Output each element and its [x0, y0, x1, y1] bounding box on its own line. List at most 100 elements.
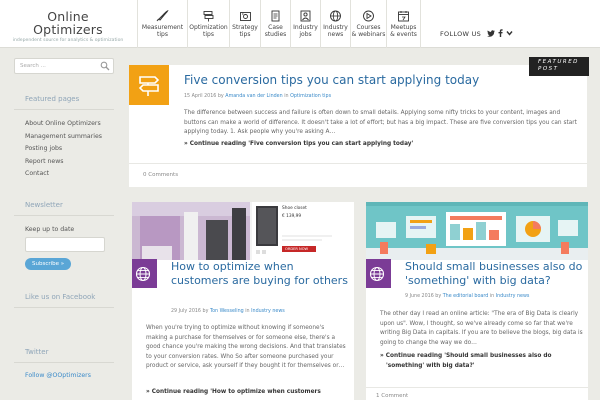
nav-label: Strategy tips	[232, 24, 258, 38]
featured-post-excerpt: The difference between success and failu…	[184, 110, 577, 135]
featured-post-title[interactable]: Five conversion tips you can start apply…	[184, 73, 479, 87]
continue-reading-link[interactable]: » Continue reading 'Should small busines…	[380, 352, 552, 362]
post-date: 15 April 2016	[184, 94, 217, 99]
nav-label: Industry news	[323, 24, 348, 38]
comments-link[interactable]: 1 Comment	[376, 393, 408, 399]
featured-badge: FEATURED POST	[529, 57, 589, 76]
globe-icon	[132, 259, 157, 288]
sidebar-link-management-summaries[interactable]: Management summaries	[25, 131, 117, 144]
nav-item-news[interactable]: Industry news	[320, 0, 350, 48]
post-card: Should small businesses also do 'somethi…	[366, 202, 588, 400]
badge-line-1: FEATURED	[538, 59, 579, 65]
nav-label: Courses & webinars	[351, 24, 386, 38]
logo-line-2: Optimizers	[33, 22, 103, 37]
search-input[interactable]	[15, 59, 97, 73]
continue-reading-link[interactable]: » Continue reading 'Five conversion tips…	[184, 141, 413, 147]
post-card: Shoe closet € 139,99 ORDER NOW How to op…	[132, 202, 354, 400]
post-excerpt: When you're trying to optimize without k…	[146, 325, 346, 369]
play-icon	[362, 10, 375, 22]
post-excerpt: The other day I read an online article: …	[380, 311, 583, 346]
nav-item-meetups[interactable]: Meetups & events	[386, 0, 421, 48]
globe-icon	[329, 10, 342, 22]
divider	[366, 387, 588, 388]
newsletter-email-field[interactable]	[25, 236, 105, 252]
rocket-icon	[156, 10, 169, 22]
facebook-icon[interactable]	[498, 29, 503, 39]
search-icon[interactable]	[100, 61, 110, 71]
meta-by: by	[202, 309, 209, 314]
signpost-icon	[129, 65, 169, 105]
badge-line-2: POST	[538, 66, 559, 72]
sidebar-link-posting-jobs[interactable]: Posting jobs	[25, 143, 117, 156]
post-category-link[interactable]: Optimization tips	[290, 94, 331, 99]
newsletter-text: Keep up to date	[25, 225, 75, 233]
facebook-heading: Like us on Facebook	[25, 292, 96, 301]
post-category-link[interactable]: Industry news	[496, 294, 530, 299]
post-author-link[interactable]: The editorial board	[443, 294, 489, 299]
signpost-icon	[202, 10, 215, 22]
search-box	[14, 58, 114, 74]
nav-label: Case studies	[264, 24, 287, 38]
chevron-down-icon[interactable]	[506, 30, 513, 38]
meta-in: in	[284, 94, 289, 99]
divider	[129, 163, 587, 164]
site-tagline: independent source for analytics & optim…	[12, 38, 124, 43]
post-image-big-data[interactable]	[366, 202, 588, 260]
post-author-link[interactable]: Ton Wesseling	[210, 309, 244, 314]
continue-reading-link[interactable]: » Continue reading 'How to optimize when…	[146, 388, 321, 398]
meta-in: in	[489, 294, 495, 299]
nav-label: Measurement tips	[141, 24, 184, 38]
meta-by: by	[217, 94, 224, 99]
globe-icon	[366, 259, 391, 288]
main-nav: Measurement tips Optimization tips Strat…	[137, 0, 421, 48]
post-meta: 9 June 2016 by The editorial board in In…	[405, 294, 529, 299]
comments-link[interactable]: 0 Comments	[143, 172, 178, 178]
post-meta: 29 July 2016 by Ton Wesseling in Industr…	[171, 309, 285, 314]
nav-item-optimization[interactable]: Optimization tips	[187, 0, 229, 48]
post-author-link[interactable]: Amanda van der Linden	[225, 94, 282, 99]
featured-post: FEATURED POST Five conversion tips you c…	[129, 57, 589, 187]
post-date: 29 July 2016	[171, 309, 201, 314]
twitter-follow-link[interactable]: Follow @OOptimizers	[25, 372, 117, 379]
twitter-heading: Twitter	[25, 347, 49, 356]
follow-label: FOLLOW US	[440, 30, 482, 38]
divider	[14, 361, 114, 363]
nav-item-strategy[interactable]: Strategy tips	[229, 0, 260, 48]
sidebar-link-about[interactable]: About Online Optimizers	[25, 118, 117, 131]
nav-label: Optimization tips	[189, 24, 228, 38]
camera-icon	[239, 10, 252, 22]
sidebar-link-report-news[interactable]: Report news	[25, 156, 117, 169]
person-icon	[299, 10, 312, 22]
divider	[14, 214, 114, 216]
divider	[14, 306, 114, 308]
continue-reading-link-cont[interactable]: 'something' with big data?'	[386, 362, 475, 372]
follow-us: FOLLOW US	[440, 29, 513, 39]
nav-label: Industry jobs	[293, 24, 318, 38]
sidebar: Featured pages About Online Optimizers M…	[14, 58, 117, 379]
calendar-icon	[397, 10, 410, 22]
product-price: € 139,99	[282, 214, 302, 219]
newsletter-heading: Newsletter	[25, 200, 63, 209]
divider	[14, 109, 114, 110]
post-date: 9 June 2016	[405, 294, 434, 299]
document-icon	[269, 10, 282, 22]
nav-item-jobs[interactable]: Industry jobs	[290, 0, 320, 48]
nav-item-case-studies[interactable]: Case studies	[260, 0, 290, 48]
featured-pages-heading: Featured pages	[25, 95, 80, 103]
post-title[interactable]: How to optimize when customers are buyin…	[171, 260, 351, 287]
meta-in: in	[245, 309, 250, 314]
order-now-button: ORDER NOW	[285, 246, 309, 251]
site-logo[interactable]: Online Optimizers independent source for…	[8, 10, 128, 43]
post-image-shoe-closet[interactable]: Shoe closet € 139,99 ORDER NOW	[132, 202, 354, 260]
nav-item-courses[interactable]: Courses & webinars	[350, 0, 386, 48]
twitter-icon[interactable]	[487, 29, 496, 39]
site-header: Online Optimizers independent source for…	[0, 0, 600, 48]
post-category-link[interactable]: Industry news	[251, 309, 285, 314]
featured-post-meta: 15 April 2016 by Amanda van der Linden i…	[184, 94, 331, 99]
product-name: Shoe closet	[282, 206, 307, 211]
nav-item-measurement[interactable]: Measurement tips	[137, 0, 187, 48]
sidebar-link-contact[interactable]: Contact	[25, 168, 117, 181]
post-title[interactable]: Should small businesses also do 'somethi…	[405, 260, 585, 287]
nav-label: Meetups & events	[390, 24, 417, 38]
subscribe-button[interactable]: Subscribe »	[25, 257, 72, 270]
